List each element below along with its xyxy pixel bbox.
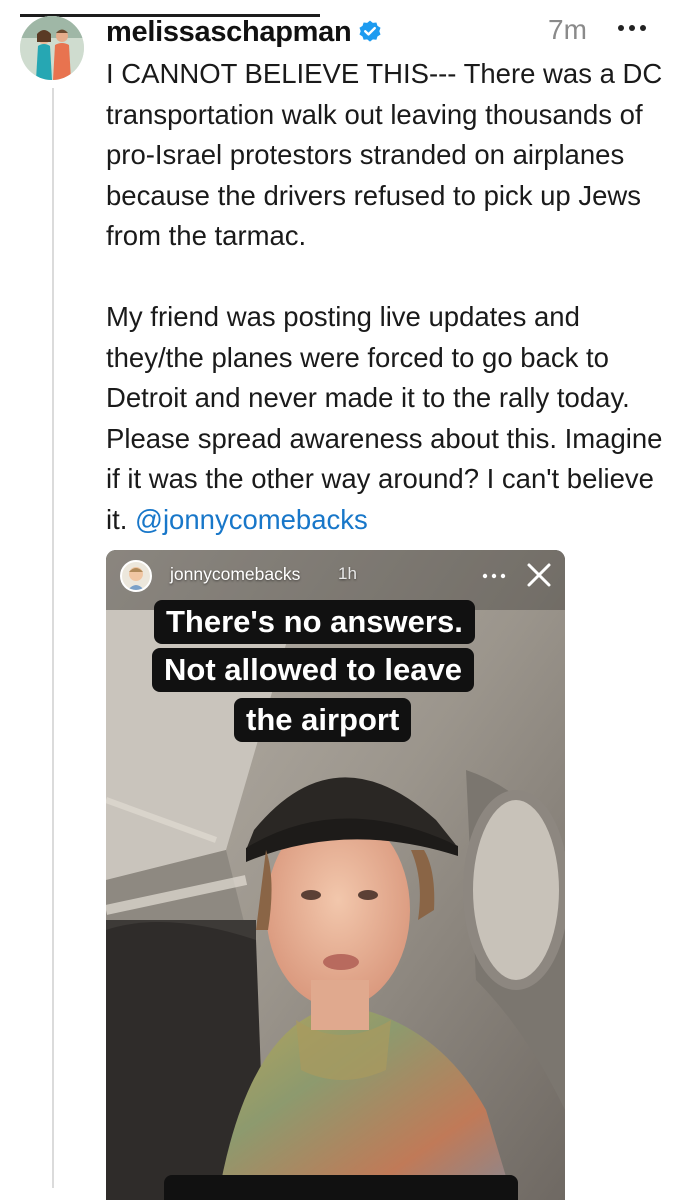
memoji-avatar-icon	[128, 567, 144, 590]
story-username[interactable]: jonnycomebacks	[170, 564, 300, 585]
more-horizontal-icon	[618, 25, 646, 31]
story-header: jonnycomebacks 1h	[106, 550, 565, 602]
more-options-button[interactable]	[614, 10, 650, 46]
story-caption-cropped	[164, 1175, 518, 1200]
username-row: melissaschapman	[106, 12, 383, 52]
author-username[interactable]: melissaschapman	[106, 16, 352, 49]
embedded-story-image[interactable]: jonnycomebacks 1h There's no answers. No…	[106, 550, 565, 1200]
thread-line	[52, 88, 54, 1188]
more-horizontal-icon	[482, 573, 506, 579]
story-more-button[interactable]	[478, 556, 510, 588]
story-time: 1h	[338, 564, 357, 583]
post-paragraph-2-text: My friend was posting live updates and t…	[106, 301, 663, 535]
story-avatar[interactable]	[120, 560, 152, 592]
story-close-button[interactable]	[524, 560, 554, 590]
mention-link[interactable]: @jonnycomebacks	[135, 504, 368, 535]
post-timestamp: 7m	[548, 14, 587, 45]
story-caption-line-2: Not allowed to leave	[152, 648, 475, 692]
post-paragraph-2: My friend was posting live updates and t…	[106, 297, 666, 540]
story-caption-line-1: There's no answers.	[154, 600, 475, 644]
story-caption-line-3: the airport	[234, 698, 412, 742]
close-icon	[527, 563, 551, 587]
post-body: I CANNOT BELIEVE THIS--- There was a DC …	[106, 54, 666, 540]
author-avatar[interactable]	[20, 16, 84, 80]
post-paragraph-1: I CANNOT BELIEVE THIS--- There was a DC …	[106, 58, 663, 251]
verified-badge-icon	[359, 20, 381, 42]
avatar-photo	[20, 16, 84, 80]
post-screen: melissaschapman 7m I CANNOT BELIEVE THIS…	[0, 0, 674, 1200]
